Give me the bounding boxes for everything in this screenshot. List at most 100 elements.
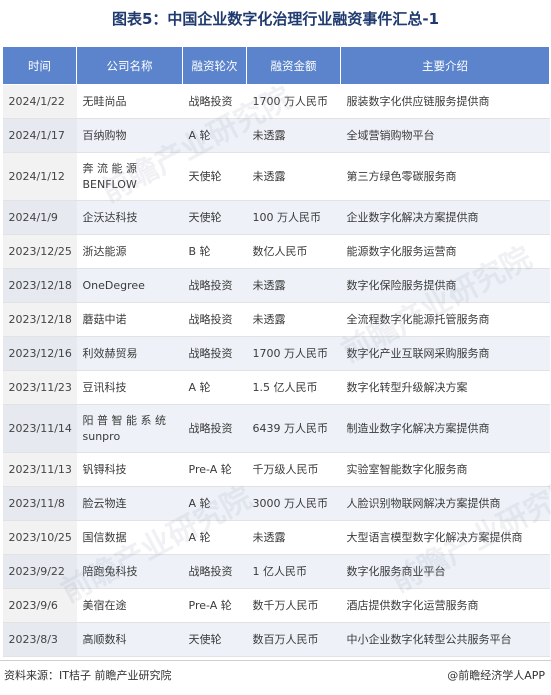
cell-amount: 1.5 亿人民币	[246, 370, 341, 405]
cell-description: 大型语言模型数字化解决方案提供商	[340, 520, 550, 555]
table-row: 2023/8/3 高顺数科 天使轮 数百万人民币 中小企业数字化转型公共服务平台	[2, 622, 550, 657]
cell-round: 战略投资	[182, 554, 247, 589]
cell-amount: 未透露	[246, 118, 341, 153]
cell-date: 2023/12/25	[2, 234, 77, 269]
table-row: 2023/9/22 陪跑兔科技 战略投资 1 亿人民币 数字化服务商业平台	[2, 554, 550, 589]
cell-company: OneDegree	[76, 268, 183, 303]
cell-round: 战略投资	[182, 268, 247, 303]
cell-date: 2024/1/22	[2, 84, 77, 119]
cell-company: 蘑菇中诺	[76, 302, 183, 337]
cell-company: 美宿在途	[76, 588, 183, 623]
table-row: 2023/9/6 美宿在途 Pre-A 轮数千万人民币 酒店提供数字化运营服务商	[2, 588, 550, 623]
cell-company: 企沃达科技	[76, 200, 183, 235]
cell-round: 战略投资	[182, 302, 247, 337]
cell-round: A 轮	[182, 118, 247, 153]
cell-round: B 轮	[182, 234, 247, 269]
cell-amount: 100 万人民币	[246, 200, 341, 235]
cell-round: 战略投资	[182, 336, 247, 371]
footer-divider	[0, 660, 551, 661]
table-row: 2024/1/17 百纳购物 A 轮未透露 全域营销购物平台	[2, 118, 550, 153]
cell-date: 2023/8/3	[2, 622, 77, 657]
cell-description: 第三方绿色零碳服务商	[340, 152, 550, 201]
cell-amount: 未透露	[246, 302, 341, 337]
cell-round: Pre-A 轮	[182, 452, 247, 487]
table-row: 2024/1/12 奔 流 能 源 BENFLOW 天使轮 未透露 第三方绿色零碳服务商	[2, 152, 550, 201]
cell-description: 数字化保险服务提供商	[340, 268, 550, 303]
cell-company: 豆讯科技	[76, 370, 183, 405]
cell-date: 2024/1/17	[2, 118, 77, 153]
table-row: 2023/10/25 国信数据 A 轮未透露 大型语言模型数字化解决方案提供商	[2, 520, 550, 555]
cell-description: 服装数字化供应链服务提供商	[340, 84, 550, 119]
cell-description: 企业数字化解决方案提供商	[340, 200, 550, 235]
cell-company: 百纳购物	[76, 118, 183, 153]
cell-amount: 数千万人民币	[246, 588, 341, 623]
page-title: 图表5：中国企业数字化治理行业融资事件汇总-1	[111, 10, 440, 28]
cell-amount: 未透露	[246, 152, 341, 201]
cell-description: 全流程数字化能源托管服务商	[340, 302, 550, 337]
table-row: 2023/11/14 阳 普 智 能 系 统 sunpro 战略投资 6439 万人民…	[2, 404, 550, 453]
footer: 资料来源：IT桔子 前瞻产业研究院 @前瞻经济学人APP	[0, 665, 551, 687]
cell-amount: 1 亿人民币	[246, 554, 341, 589]
cell-description: 数字化服务商业平台	[340, 554, 550, 589]
cell-amount: 6439 万人民币	[246, 404, 341, 453]
cell-date: 2024/1/9	[2, 200, 77, 235]
cell-amount: 千万级人民币	[246, 452, 341, 487]
cell-amount: 3000 万人民币	[246, 486, 341, 521]
cell-company: 陪跑兔科技	[76, 554, 183, 589]
cell-date: 2023/9/6	[2, 588, 77, 623]
cell-round: A 轮	[182, 520, 247, 555]
cell-company: 钒锝科技	[76, 452, 183, 487]
cell-date: 2024/1/12	[2, 152, 77, 201]
cell-company: 阳 普 智 能 系 统 sunpro	[76, 404, 183, 453]
cell-description: 酒店提供数字化运营服务商	[340, 588, 550, 623]
cell-company: 高顺数科	[76, 622, 183, 657]
cell-company: 浙达能源	[76, 234, 183, 269]
cell-round: 战略投资	[182, 84, 247, 119]
column-header-round: 融资轮次	[182, 46, 247, 85]
cell-description: 能源数字化服务运营商	[340, 234, 550, 269]
cell-round: Pre-A 轮	[182, 588, 247, 623]
cell-date: 2023/11/8	[2, 486, 77, 521]
column-header-description: 主要介绍	[340, 46, 550, 85]
cell-company: 脸云物连	[76, 486, 183, 521]
cell-date: 2023/12/16	[2, 336, 77, 371]
cell-amount: 未透露	[246, 520, 341, 555]
cell-company: 无畦尚品	[76, 84, 183, 119]
column-header-amount: 融资金额	[246, 46, 341, 85]
cell-amount: 数亿人民币	[246, 234, 341, 269]
table-row: 2023/12/16 利效赫贸易 战略投资 1700 万人民币 数字化产业互联网采购服务…	[2, 336, 550, 371]
table-row: 2023/12/18 OneDegree 战略投资 未透露 数字化保险服务提供商	[2, 268, 550, 303]
cell-amount: 1700 万人民币	[246, 84, 341, 119]
cell-company: 国信数据	[76, 520, 183, 555]
cell-amount: 未透露	[246, 268, 341, 303]
cell-description: 数字化转型升级解决方案	[340, 370, 550, 405]
cell-description: 人脸识别物联网解决方案提供商	[340, 486, 550, 521]
cell-date: 2023/12/18	[2, 268, 77, 303]
column-header-date: 时间	[2, 46, 77, 85]
table-row: 2023/11/13 钒锝科技 Pre-A 轮千万级人民币 实验室智能数字化服务商	[2, 452, 550, 487]
cell-round: A 轮	[182, 486, 247, 521]
cell-description: 制造业数字化解决方案提供商	[340, 404, 550, 453]
table-row: 2023/12/25 浙达能源 B 轮数亿人民币 能源数字化服务运营商	[2, 234, 550, 269]
cell-date: 2023/10/25	[2, 520, 77, 555]
cell-round: A 轮	[182, 370, 247, 405]
table-header-row: 时间 公司名称 融资轮次 融资金额 主要介绍	[2, 46, 550, 85]
cell-round: 战略投资	[182, 404, 247, 453]
table-row: 2023/11/23 豆讯科技 A 轮 1.5 亿人民币 数字化转型升级解决方案	[2, 370, 550, 405]
cell-date: 2023/9/22	[2, 554, 77, 589]
cell-description: 数字化产业互联网采购服务商	[340, 336, 550, 371]
column-header-company: 公司名称	[76, 46, 183, 85]
cell-date: 2023/11/14	[2, 404, 77, 453]
table-row: 2023/12/18 蘑菇中诺 战略投资 未透露 全流程数字化能源托管服务商	[2, 302, 550, 337]
cell-round: 天使轮	[182, 152, 247, 201]
cell-company: 利效赫贸易	[76, 336, 183, 371]
cell-amount: 1700 万人民币	[246, 336, 341, 371]
cell-company: 奔 流 能 源 BENFLOW	[76, 152, 183, 201]
financing-table: 时间 公司名称 融资轮次 融资金额 主要介绍 2024/1/22 无畦尚品 战略投资…	[2, 46, 550, 657]
cell-description: 全域营销购物平台	[340, 118, 550, 153]
table-row: 2024/1/22 无畦尚品 战略投资 1700 万人民币 服装数字化供应链服务提供商	[2, 84, 550, 119]
cell-date: 2023/11/23	[2, 370, 77, 405]
cell-round: 天使轮	[182, 200, 247, 235]
cell-description: 实验室智能数字化服务商	[340, 452, 550, 487]
cell-round: 天使轮	[182, 622, 247, 657]
